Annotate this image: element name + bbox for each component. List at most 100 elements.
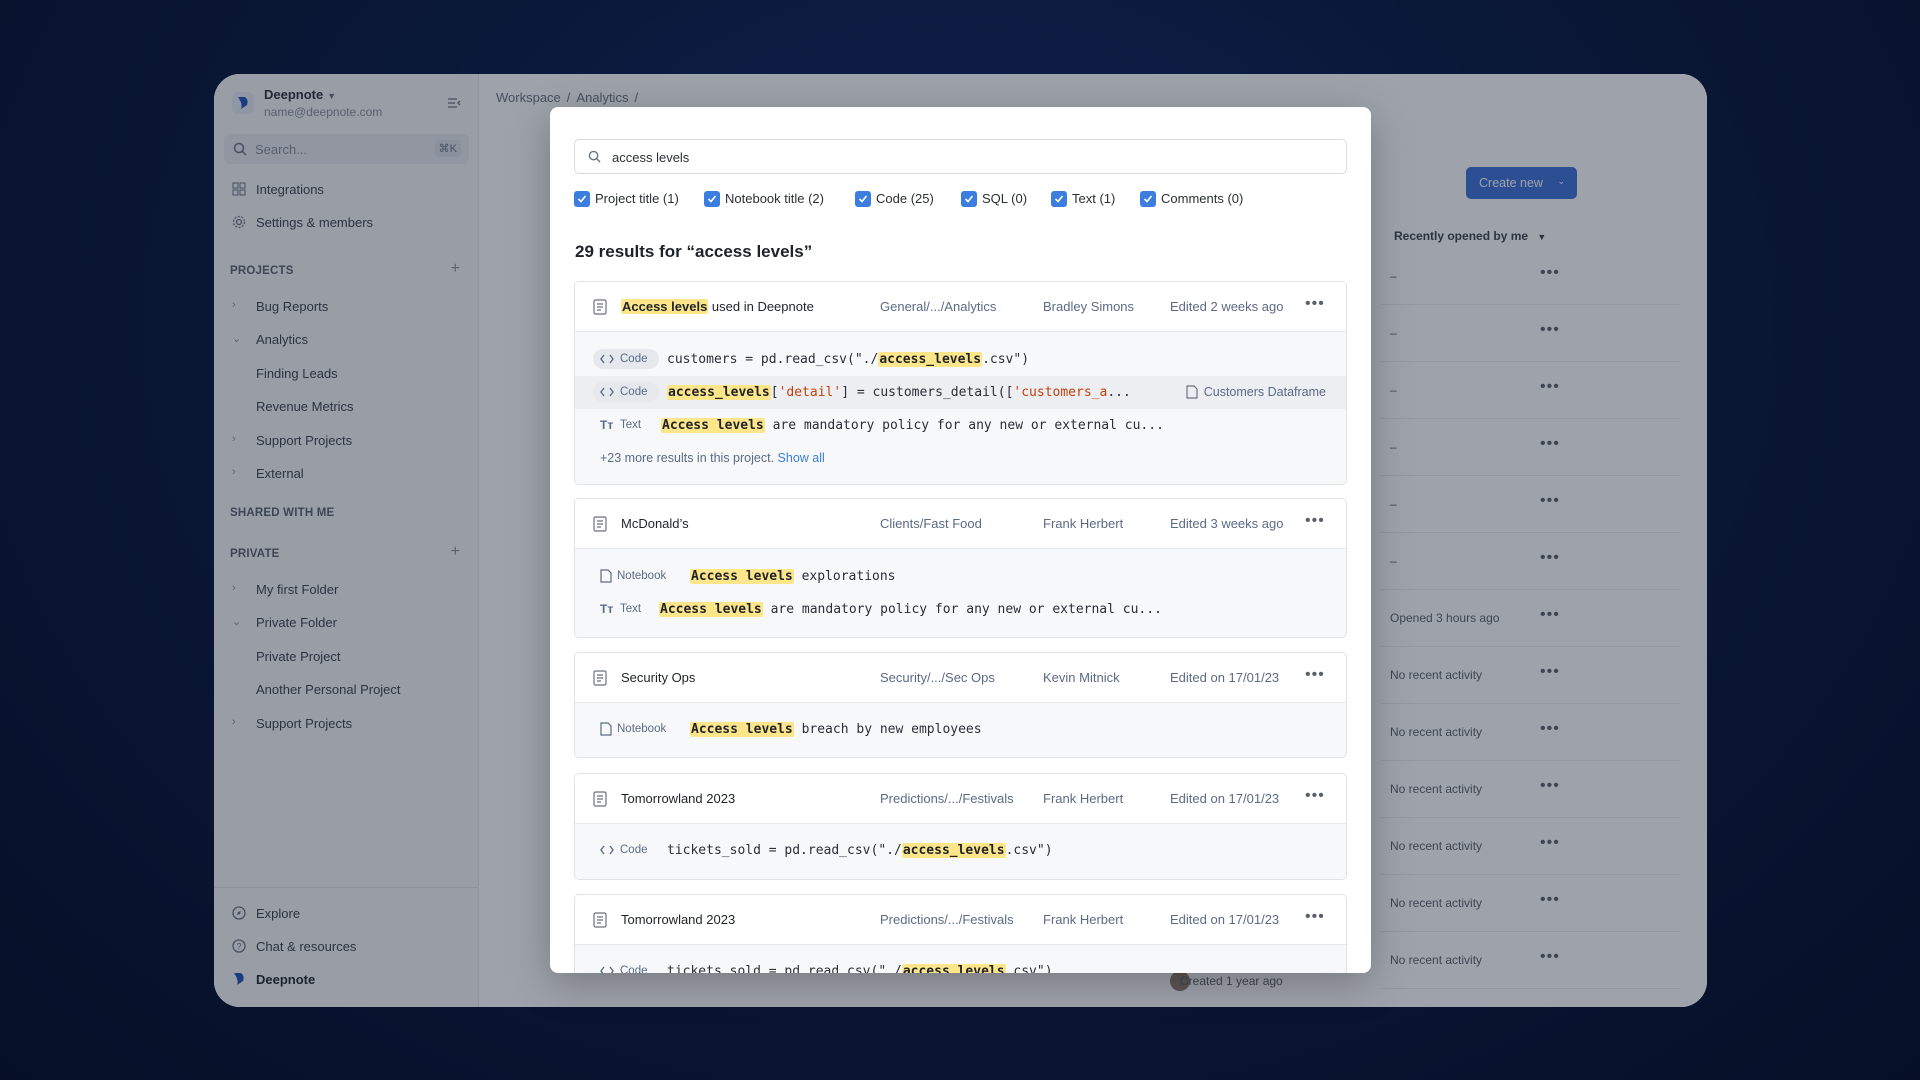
filter-label: SQL (0) [982,191,1028,206]
snippet-text: ] = customers_detail([ [841,385,1014,400]
card-body: Notebook Access levels explorations Tт T… [575,549,1346,637]
text-snippet: Access levels are mandatory policy for a… [659,602,1162,617]
card-body: Code tickets_sold = pd.read_csv("./acces… [575,824,1346,879]
card-edited: Edited on 17/01/23 [1170,912,1280,927]
checkbox-checked-icon [574,191,590,207]
tag-label: Code [620,844,648,856]
tag-label: Notebook [617,570,667,582]
result-row[interactable]: Notebook Access levels breach by new emp… [575,713,1346,746]
code-tag: Code [593,382,659,402]
checkbox-checked-icon [855,191,871,207]
code-tag: Code [593,349,659,369]
highlight: Access levels [659,602,763,617]
card-title: Tomorrowland 2023 [621,912,736,927]
card-header[interactable]: Access levels used in Deepnote General/.… [575,282,1346,332]
card-body: Notebook Access levels breach by new emp… [575,703,1346,757]
code-snippet: tickets_sold = pd.read_csv("./access_lev… [667,843,1053,858]
result-row[interactable]: Tт Text Access levels are mandatory poli… [575,593,1346,626]
card-edited: Edited on 17/01/23 [1170,791,1280,806]
filter-label: Comments (0) [1161,191,1244,206]
tag-label: Text [620,419,642,431]
document-icon [593,670,607,686]
code-icon [600,845,614,855]
search-modal: access levels Project title (1) Notebook… [550,107,1371,973]
result-card[interactable]: Security Ops Security/.../Sec Ops Kevin … [574,652,1347,758]
card-path[interactable]: Security/.../Sec Ops [880,670,995,685]
result-card[interactable]: Tomorrowland 2023 Predictions/.../Festiv… [574,773,1347,880]
result-card[interactable]: Tomorrowland 2023 Predictions/.../Festiv… [574,894,1347,973]
card-edited: Edited on 17/01/23 [1170,670,1280,685]
search-icon [588,150,601,163]
results-heading: 29 results for “access levels” [575,242,813,261]
text-icon: Tт [600,602,614,616]
snippet-text: customers = pd.read_csv("./ [667,352,879,367]
show-all-link[interactable]: Show all [778,451,825,465]
result-card[interactable]: Access levels used in Deepnote General/.… [574,281,1347,485]
snippet-text: tickets_sold = pd.read_csv("./ [667,964,902,973]
tag-label: Notebook [617,723,667,735]
more-icon[interactable]: ••• [1305,666,1325,684]
card-edited: Edited 3 weeks ago [1170,516,1284,531]
card-path[interactable]: General/.../Analytics [880,299,996,314]
result-row[interactable]: Code tickets_sold = pd.read_csv("./acces… [575,834,1346,867]
notebook-snippet: Access levels breach by new employees [690,722,982,737]
result-card[interactable]: McDonald’s Clients/Fast Food Frank Herbe… [574,498,1347,638]
card-title: McDonald’s [621,516,689,531]
card-author: Kevin Mitnick [1043,670,1120,685]
notebook-snippet: Access levels explorations [690,569,896,584]
result-row[interactable]: Notebook Access levels explorations [575,560,1346,593]
filter-label: Text (1) [1072,191,1116,206]
card-header[interactable]: Tomorrowland 2023 Predictions/.../Festiv… [575,895,1346,945]
code-snippet: tickets_sold = pd.read_csv("./access_lev… [667,964,1053,973]
code-icon [600,387,614,397]
result-row[interactable]: Code tickets_sold = pd.read_csv("./acces… [575,955,1346,973]
result-row[interactable]: Code access_levels['detail'] = customers… [575,376,1346,409]
card-author: Frank Herbert [1043,791,1124,806]
filter-label: Code (25) [876,191,934,206]
card-title-rest: used in Deepnote [708,299,814,314]
code-snippet: access_levels['detail'] = customers_deta… [667,385,1131,400]
filter-label: Project title (1) [595,191,679,206]
card-path[interactable]: Predictions/.../Festivals [880,912,1014,927]
card-title: Access levels used in Deepnote [621,299,814,314]
highlight: Access levels [690,722,794,737]
card-author: Bradley Simons [1043,299,1135,314]
text-icon: Tт [600,418,614,432]
more-results: +23 more results in this project. Show a… [600,451,825,465]
card-body: Code customers = pd.read_csv("./ access_l… [575,332,1346,484]
checkbox-checked-icon [1051,191,1067,207]
card-header[interactable]: Tomorrowland 2023 Predictions/.../Festiv… [575,774,1346,824]
card-path[interactable]: Clients/Fast Food [880,516,982,531]
card-title: Security Ops [621,670,696,685]
document-icon [593,516,607,532]
card-header[interactable]: Security Ops Security/.../Sec Ops Kevin … [575,653,1346,703]
text-tag: Tт Text [593,599,653,619]
snippet-text: tickets_sold = pd.read_csv("./ [667,843,902,858]
result-row[interactable]: Tт Text Access levels are mandatory poli… [575,409,1346,442]
block-name: Customers Dataframe [1186,385,1326,399]
tag-label: Code [620,965,648,973]
more-icon[interactable]: ••• [1305,512,1325,530]
snippet-text: [ [770,385,779,400]
snippet-text: are mandatory policy for any new or exte… [764,418,1164,433]
highlight: Access levels [661,418,765,433]
text-tag: Tт Text [593,415,653,435]
result-row[interactable]: Code customers = pd.read_csv("./access_l… [575,343,1346,376]
notebook-tag: Notebook [593,566,673,586]
highlight: access_levels [667,385,771,400]
filter-label: Notebook title (2) [725,191,824,206]
card-header[interactable]: McDonald’s Clients/Fast Food Frank Herbe… [575,499,1346,549]
checkbox-checked-icon [961,191,977,207]
search-value: access levels [612,150,690,165]
more-icon[interactable]: ••• [1305,787,1325,805]
snippet-string: 'customers_a [1013,385,1108,400]
search-input[interactable]: access levels [574,139,1347,174]
card-path[interactable]: Predictions/.../Festivals [880,791,1014,806]
code-tag: Code [593,840,659,860]
tag-label: Code [620,353,648,365]
notebook-icon [600,569,612,583]
document-icon [593,912,607,928]
more-icon[interactable]: ••• [1305,295,1325,313]
snippet-text: .csv") [1005,843,1053,858]
more-icon[interactable]: ••• [1305,908,1325,926]
